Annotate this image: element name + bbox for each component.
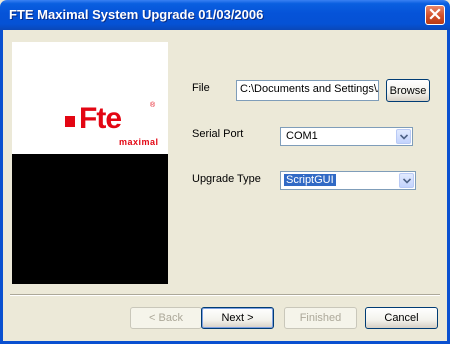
window-title: FTE Maximal System Upgrade 01/03/2006 (9, 7, 264, 22)
file-path-input[interactable]: C:\Documents and Settings\A (236, 80, 379, 101)
logo-panel: Fte ® maximal (12, 42, 168, 154)
upgrade-type-label: Upgrade Type (192, 173, 261, 185)
serial-port-select[interactable]: COM1 (280, 127, 413, 146)
logo-brand: Fte (79, 102, 122, 135)
logo-square (65, 116, 75, 127)
close-icon (429, 7, 441, 23)
serial-port-value: COM1 (286, 130, 318, 142)
chevron-down-icon (402, 175, 411, 187)
file-label: File (192, 82, 210, 94)
upgrade-type-value: ScriptGUI (284, 174, 336, 186)
browse-button[interactable]: Browse (386, 79, 430, 102)
finished-button[interactable]: Finished (284, 307, 357, 329)
cancel-button[interactable]: Cancel (365, 307, 438, 329)
title-bar[interactable]: FTE Maximal System Upgrade 01/03/2006 (0, 0, 450, 30)
logo-subtitle: maximal (119, 137, 159, 147)
footer-separator (10, 294, 440, 296)
close-button[interactable] (425, 5, 445, 25)
upgrade-type-select[interactable]: ScriptGUI (280, 171, 416, 190)
dialog-content: Fte ® maximal File C:\Documents and Sett… (3, 30, 447, 341)
next-button[interactable]: Next > (201, 307, 274, 329)
serial-port-label: Serial Port (192, 128, 244, 140)
serial-port-dropdown-button[interactable] (396, 129, 411, 144)
chevron-down-icon (399, 131, 408, 143)
upgrade-type-dropdown-button[interactable] (399, 173, 414, 188)
back-button[interactable]: < Back (130, 307, 202, 329)
image-panel (12, 154, 168, 284)
logo-registered-mark: ® (150, 102, 156, 109)
